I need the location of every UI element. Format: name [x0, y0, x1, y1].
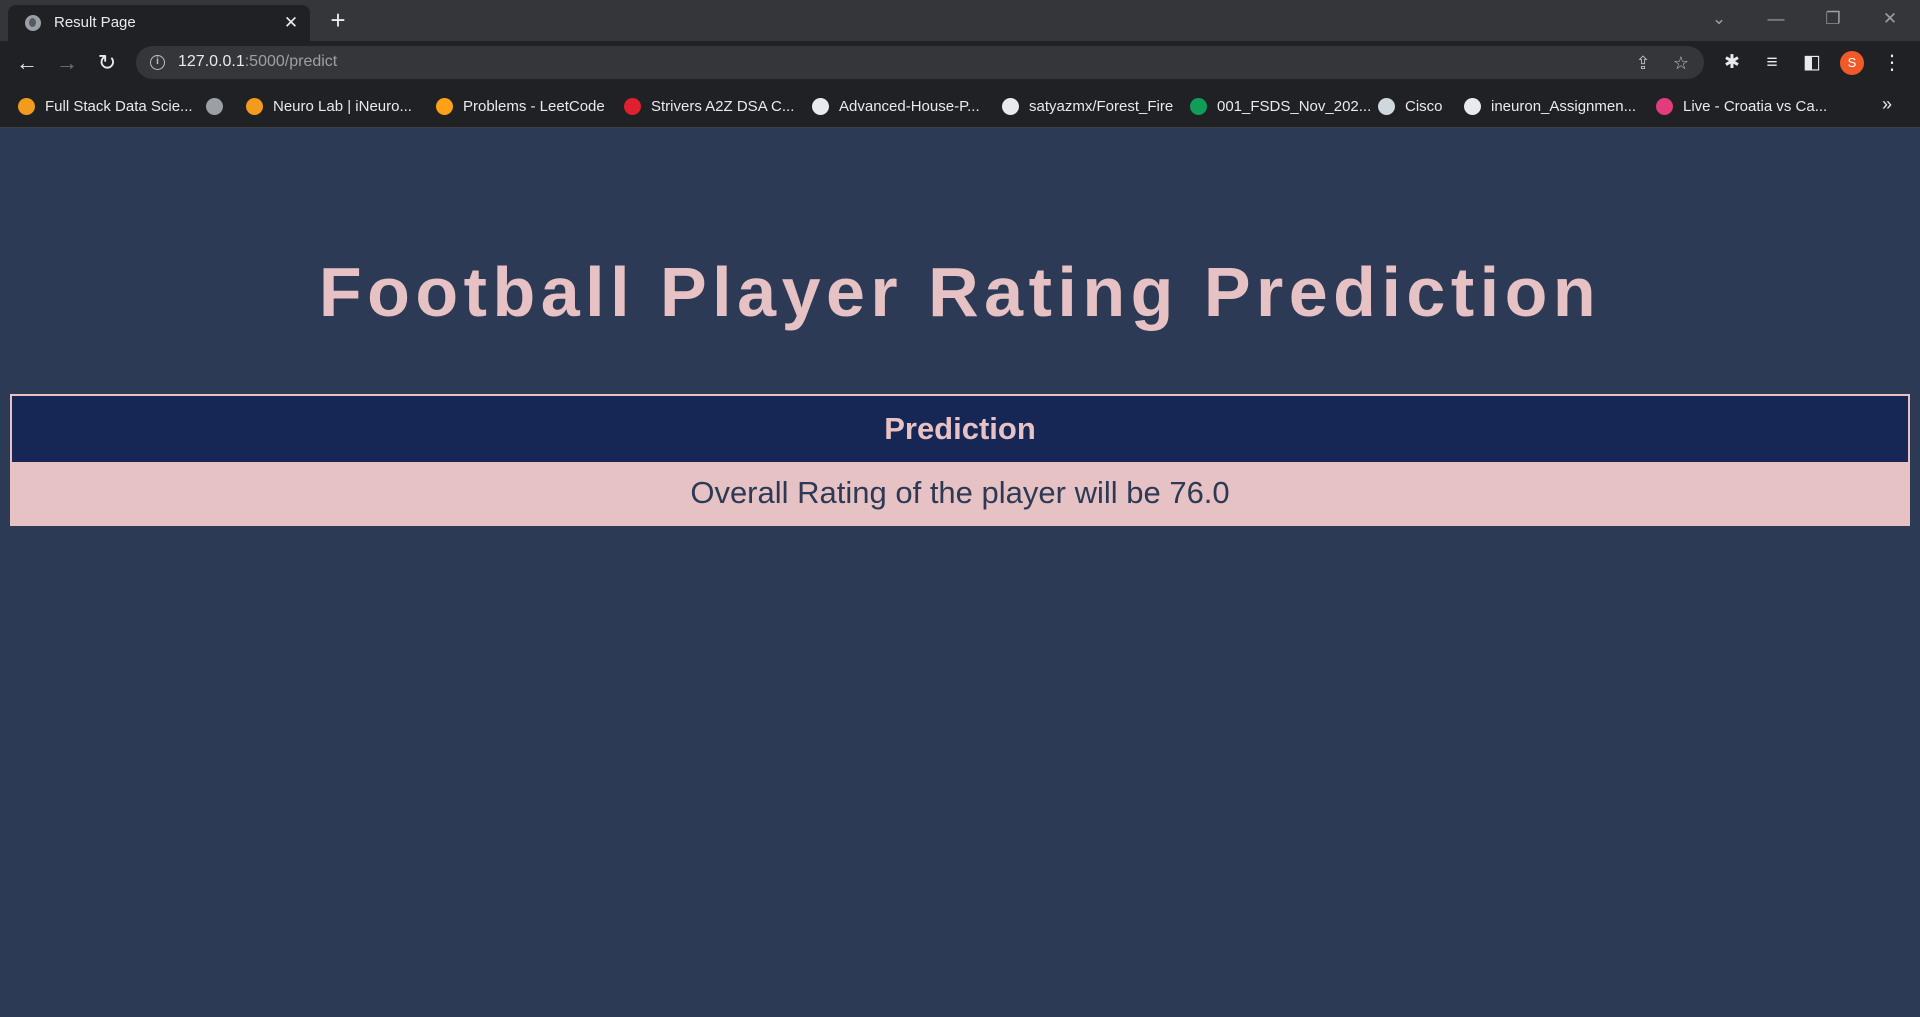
- github-icon: [1464, 97, 1481, 115]
- bookmark-label: Advanced-House-P...: [839, 97, 980, 115]
- bookmark-item[interactable]: 001_FSDS_Nov_202...: [1190, 95, 1371, 117]
- tab-search-icon[interactable]: ⌄: [1704, 6, 1734, 32]
- globe-icon: [25, 15, 41, 31]
- bookmark-label: Neuro Lab | iNeuro...: [273, 97, 412, 115]
- bookmark-label: 001_FSDS_Nov_202...: [1217, 97, 1372, 115]
- extensions-icon[interactable]: ✱: [1717, 48, 1747, 78]
- url-text[interactable]: 127.0.0.1:5000/predict: [178, 53, 337, 71]
- prediction-result: Overall Rating of the player will be 76.…: [12, 462, 1908, 524]
- url-host: 127.0.0.1: [178, 53, 245, 70]
- back-icon[interactable]: ←: [12, 48, 42, 78]
- globe-icon: [206, 97, 223, 115]
- bookmark-item[interactable]: [206, 95, 233, 117]
- bookmarks-bar: Full Stack Data Scie... Neuro Lab | iNeu…: [0, 84, 1920, 128]
- bookmark-label: Live - Croatia vs Ca...: [1683, 97, 1828, 115]
- bookmark-item[interactable]: Strivers A2Z DSA C...: [624, 95, 794, 117]
- side-panel-icon[interactable]: ◧: [1797, 48, 1827, 78]
- new-tab-button[interactable]: +: [325, 7, 351, 34]
- tab-title: Result Page: [54, 14, 136, 31]
- bookmark-item[interactable]: Live - Croatia vs Ca...: [1656, 95, 1827, 117]
- bookmark-item[interactable]: Cisco: [1378, 95, 1443, 117]
- tab-result-page[interactable]: Result Page ✕: [8, 5, 310, 41]
- media-control-icon[interactable]: ≡: [1757, 48, 1787, 78]
- page-title: Football Player Rating Prediction: [318, 253, 1602, 331]
- leetcode-icon: [436, 97, 453, 115]
- bookmark-label: Cisco: [1405, 97, 1443, 115]
- cisco-icon: [1378, 97, 1395, 115]
- url-path: :5000/predict: [244, 53, 338, 70]
- site-info-icon[interactable]: i: [150, 55, 165, 70]
- restore-icon[interactable]: ❐: [1818, 6, 1848, 32]
- tuf-icon: [624, 97, 641, 115]
- share-icon[interactable]: ⇪: [1630, 50, 1656, 76]
- table-header: Prediction: [12, 396, 1908, 462]
- bookmark-item[interactable]: Problems - LeetCode: [436, 95, 605, 117]
- live-icon: [1656, 97, 1673, 115]
- page-content: Football Player Rating Prediction Predic…: [0, 129, 1920, 1017]
- minimize-icon[interactable]: —: [1761, 6, 1791, 32]
- bookmark-item[interactable]: Advanced-House-P...: [812, 95, 980, 117]
- bookmark-item[interactable]: ineuron_Assignmen...: [1464, 95, 1636, 117]
- address-bar[interactable]: i 127.0.0.1:5000/predict ⇪ ☆: [136, 46, 1704, 79]
- sheets-icon: [1190, 97, 1207, 115]
- forward-icon[interactable]: →: [52, 48, 82, 78]
- ineuron-icon: [18, 97, 35, 115]
- bookmark-label: satyazmx/Forest_Fire: [1029, 97, 1174, 115]
- menu-kebab-icon[interactable]: ⋮: [1877, 48, 1907, 78]
- bookmark-item[interactable]: satyazmx/Forest_Fire: [1002, 95, 1173, 117]
- bookmark-label: ineuron_Assignmen...: [1491, 97, 1637, 115]
- prediction-table: Prediction Overall Rating of the player …: [10, 394, 1910, 526]
- github-icon: [1002, 97, 1019, 115]
- window-close-icon[interactable]: ✕: [1875, 6, 1905, 32]
- bookmark-label: Problems - LeetCode: [463, 97, 605, 115]
- bookmark-item[interactable]: Neuro Lab | iNeuro...: [246, 95, 412, 117]
- tab-close-icon[interactable]: ✕: [280, 12, 302, 34]
- bookmark-item[interactable]: Full Stack Data Scie...: [18, 95, 193, 117]
- profile-avatar[interactable]: S: [1840, 51, 1864, 75]
- tab-strip: Result Page ✕ + ⌄ — ❐ ✕: [0, 0, 1920, 41]
- ineuron-icon: [246, 97, 263, 115]
- github-icon: [812, 97, 829, 115]
- browser-toolbar: ← → ↻ i 127.0.0.1:5000/predict ⇪ ☆ ✱ ≡ ◧…: [0, 41, 1920, 84]
- bookmarks-overflow-icon[interactable]: »: [1882, 94, 1892, 115]
- reload-icon[interactable]: ↻: [92, 48, 122, 78]
- bookmark-label: Strivers A2Z DSA C...: [651, 97, 795, 115]
- bookmark-label: Full Stack Data Scie...: [45, 97, 193, 115]
- bookmark-star-icon[interactable]: ☆: [1668, 50, 1694, 76]
